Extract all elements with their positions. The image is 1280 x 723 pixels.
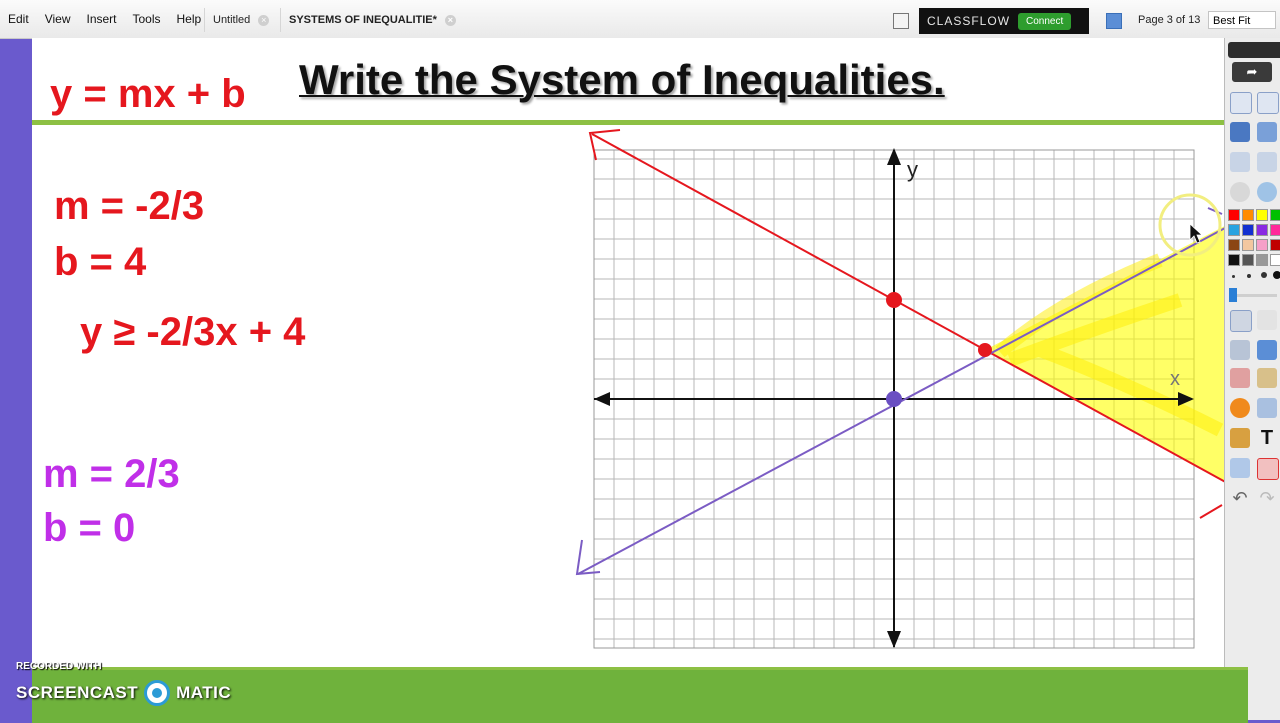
arrow-select-icon[interactable] [1230,310,1252,332]
menu-insert[interactable]: Insert [78,12,124,26]
page-icon[interactable] [1230,92,1252,114]
red-intercept-text: b = 4 [54,240,147,284]
tab-untitled[interactable]: Untitled × [204,8,277,32]
x-axis-left-arrow [594,392,610,406]
purple-y-intercept-point [886,391,902,407]
purple-intercept-text: b = 0 [43,506,136,550]
pen-width-small[interactable] [1232,275,1235,278]
resource-browser-icon[interactable] [1257,92,1279,114]
color-swatch[interactable] [1256,254,1268,266]
close-icon[interactable]: × [444,14,456,26]
menu-edit[interactable]: Edit [0,12,37,26]
red-y-intercept-point [886,292,902,308]
page-title: Write the System of Inequalities. [299,56,945,103]
eraser-icon[interactable] [1230,368,1250,388]
pen-width-large[interactable] [1261,272,1267,278]
connect-button[interactable]: Connect [1018,12,1072,30]
tools-icon[interactable] [1257,182,1277,202]
screencast-logo-icon [144,680,171,706]
color-swatch[interactable] [1256,239,1268,251]
share-icon[interactable]: ➦ [1232,62,1272,82]
magic-ink-icon[interactable] [1257,310,1277,330]
color-swatch[interactable] [1256,224,1268,236]
color-swatch[interactable] [1256,209,1268,221]
color-swatch[interactable] [1242,239,1254,251]
color-swatch[interactable] [1228,254,1240,266]
undo-icon[interactable]: ↶ [1230,488,1250,508]
close-icon[interactable]: × [258,14,270,26]
pen-icon[interactable] [1230,122,1250,142]
next-page-icon[interactable] [1257,152,1277,172]
page-browser-icon[interactable] [1106,13,1122,29]
coordinate-plane: y x [575,129,1241,649]
app-toolbar: Edit View Insert Tools Help Untitled × S… [0,0,1280,39]
fill-icon[interactable] [1257,368,1277,388]
intersection-point [978,343,992,357]
color-swatch[interactable] [1242,209,1254,221]
reset-icon[interactable] [1257,458,1279,480]
recorded-with-text: RECORDED WITH [16,661,102,672]
menu-bar: Edit View Insert Tools Help [0,0,209,38]
y-axis-top-arrow [887,148,901,165]
handwriting-icon[interactable] [1257,122,1277,142]
redo-icon[interactable]: ↷ [1257,488,1277,508]
color-swatch[interactable] [1270,209,1280,221]
inequality-text: y ≥ -2/3x + 4 [80,310,306,354]
shape-icon[interactable] [1230,398,1250,418]
tab-label: Untitled [213,14,251,26]
purple-slope-text: m = 2/3 [43,452,180,496]
highlighter-icon[interactable] [1257,340,1277,360]
watermark-right-text: MATIC [176,683,232,702]
timer-icon[interactable] [1230,458,1250,478]
color-swatch[interactable] [1270,224,1280,236]
text-icon[interactable]: T [1257,428,1277,448]
clipart-icon[interactable] [1230,428,1250,448]
pen-tool-icon[interactable] [1230,340,1250,360]
zoom-select[interactable]: Best Fit [1208,11,1276,29]
color-swatch[interactable] [1242,224,1254,236]
tab-systems-of-inequalities[interactable]: SYSTEMS OF INEQUALITIE* × [280,8,464,32]
y-axis-label: y [907,157,918,182]
page-indicator: Page 3 of 13 [1138,14,1201,26]
transparency-slider-track[interactable] [1237,294,1277,297]
screencast-watermark: SCREENCAST MATIC [16,680,231,706]
watermark-left-text: SCREENCAST [16,683,139,702]
color-swatch[interactable] [1228,209,1240,221]
classflow-bar: CLASSFLOW Connect [919,8,1089,34]
menu-view[interactable]: View [37,12,79,26]
tab-label: SYSTEMS OF INEQUALITIE* [289,14,437,26]
notes-icon[interactable] [893,13,909,29]
red-line-end-mark [1199,504,1223,519]
red-slope-text: m = -2/3 [54,184,205,228]
palette-header[interactable] [1228,42,1280,58]
classflow-logo: CLASSFLOW [927,14,1011,28]
pen-width-xlarge[interactable] [1273,271,1280,279]
color-swatch[interactable] [1270,254,1280,266]
connector-icon[interactable] [1257,398,1277,418]
previous-page-icon[interactable] [1230,152,1250,172]
menu-tools[interactable]: Tools [125,12,169,26]
x-axis-label: x [1170,368,1180,390]
color-swatch[interactable] [1242,254,1254,266]
color-swatch[interactable] [1228,239,1240,251]
pen-width-medium[interactable] [1247,274,1251,278]
color-swatch[interactable] [1270,239,1280,251]
play-icon[interactable] [1230,182,1250,202]
color-swatch[interactable] [1228,224,1240,236]
transparency-slider-handle[interactable] [1229,288,1237,302]
formula-text: y = mx + b [50,72,246,116]
